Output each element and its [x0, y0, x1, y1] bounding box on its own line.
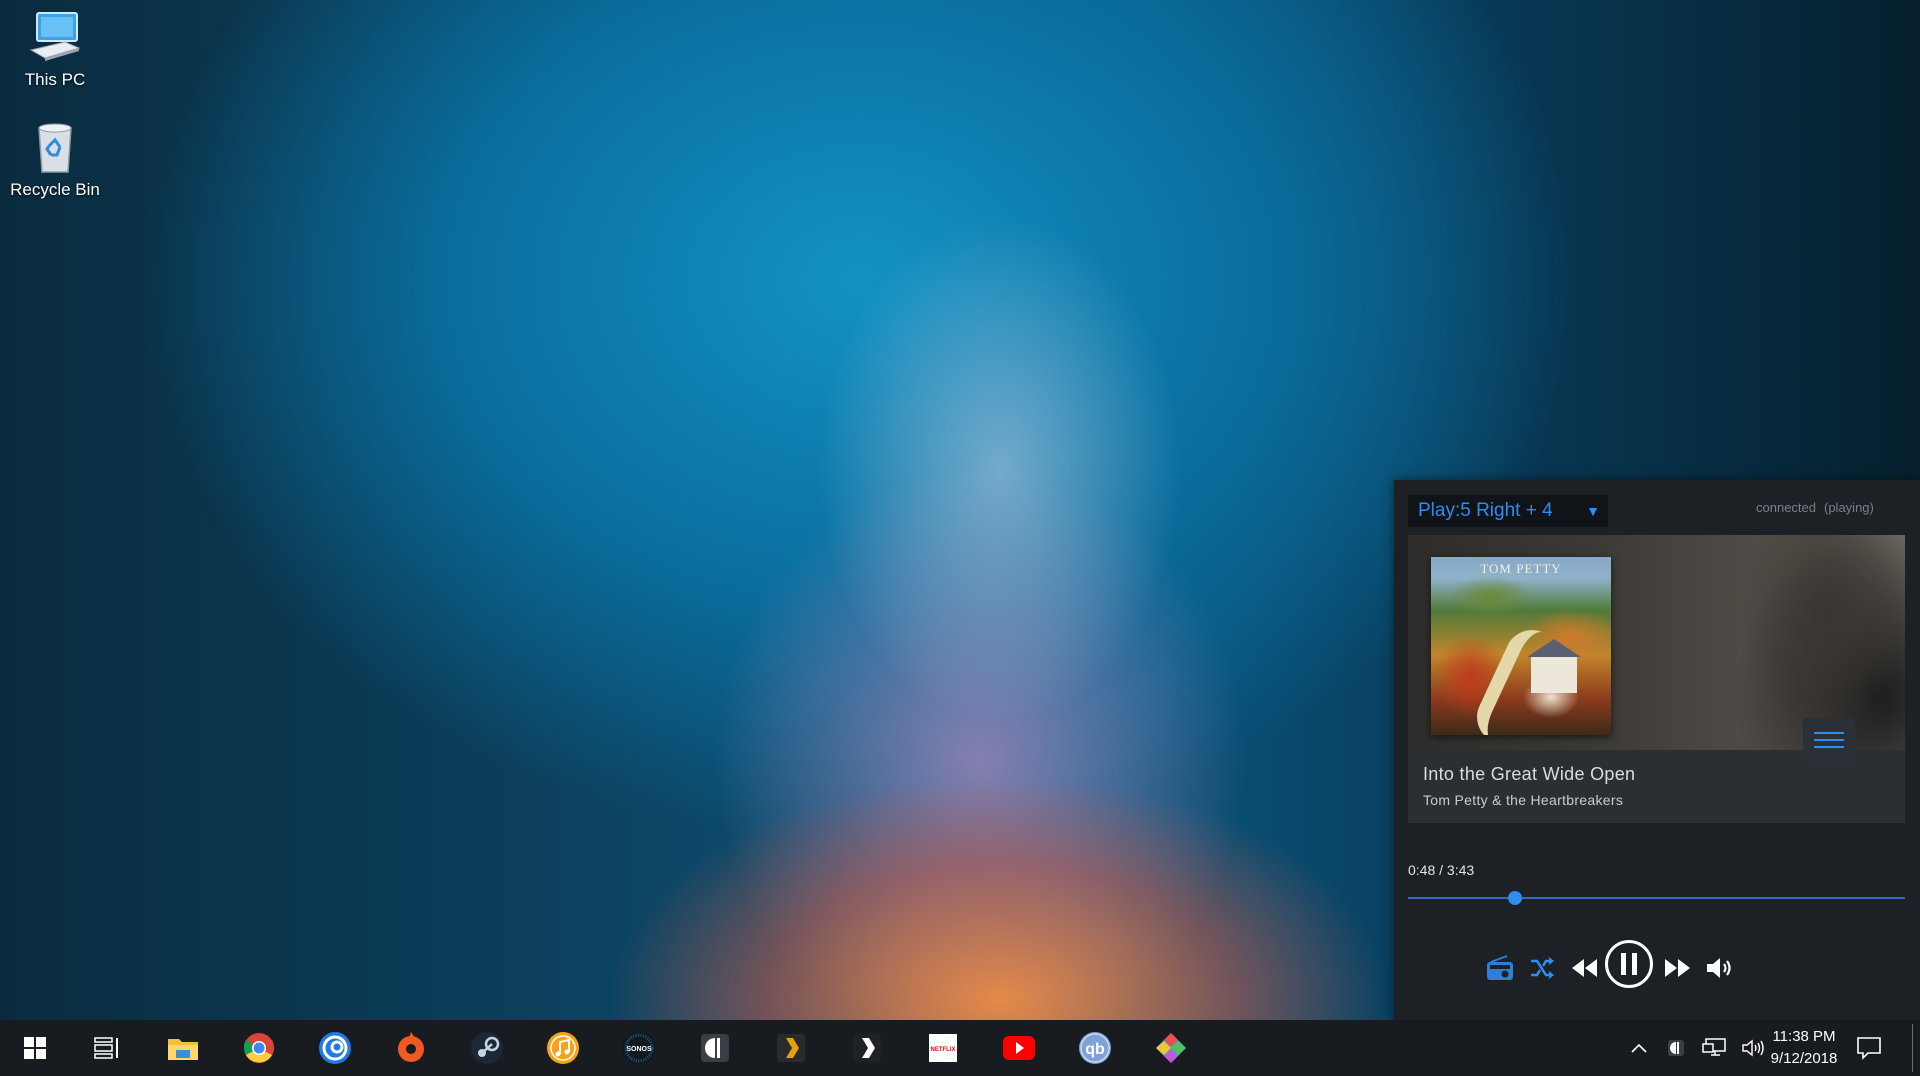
rewind-icon: [1572, 959, 1597, 977]
caret-down-icon: ▼: [1586, 503, 1600, 519]
uplay-icon[interactable]: [316, 1029, 354, 1067]
radio-icon: [1487, 955, 1513, 980]
origin-icon[interactable]: [392, 1029, 430, 1067]
track-artist: Tom Petty & the Heartbreakers: [1423, 792, 1624, 808]
this-pc-icon: [27, 10, 83, 66]
sonos-label: SONOS: [626, 1046, 652, 1053]
clock-date: 9/12/2018: [1770, 1050, 1838, 1067]
file-explorer-icon[interactable]: [164, 1029, 202, 1067]
desktop-icon-label: This PC: [24, 70, 86, 89]
track-title: Into the Great Wide Open: [1423, 764, 1636, 784]
fast-forward-button[interactable]: [1658, 948, 1698, 988]
progress-track: [1408, 897, 1905, 899]
system-clock[interactable]: 11:38 PM 9/12/2018: [1754, 1026, 1854, 1070]
chrome-icon[interactable]: [240, 1029, 278, 1067]
zone-dropdown[interactable]: Play:5 Right + 4 ▼: [1408, 495, 1608, 527]
qb-label: qb: [1085, 1041, 1105, 1058]
task-view-icon[interactable]: [88, 1029, 126, 1067]
audio-tray-icon[interactable]: [1662, 1029, 1690, 1067]
rewind-button[interactable]: [1564, 948, 1604, 988]
netflix-label: NETFLIX: [931, 1047, 956, 1053]
desktop-icon-recycle-bin[interactable]: Recycle Bin: [5, 120, 105, 200]
total-duration: 3:43: [1446, 862, 1475, 878]
music-player-widget: Play:5 Right + 4 ▼ connected (playing) T…: [1394, 480, 1920, 1020]
menu-button[interactable]: [1803, 718, 1855, 762]
shuffle-button[interactable]: [1522, 948, 1562, 988]
volume-button[interactable]: [1700, 948, 1740, 988]
playback-time: 0:48 / 3:43: [1408, 862, 1474, 878]
desktop-icon-label: Recycle Bin: [10, 180, 100, 199]
radio-button[interactable]: [1480, 948, 1520, 988]
chevron-up-icon[interactable]: [1625, 1029, 1653, 1067]
connection-status: connected: [1756, 500, 1816, 515]
itunes-icon[interactable]: [544, 1029, 582, 1067]
plex-icon[interactable]: [772, 1029, 810, 1067]
clock-time: 11:38 PM: [1772, 1028, 1836, 1045]
sonos-icon[interactable]: SONOS: [620, 1029, 658, 1067]
album-art-house: [1527, 639, 1581, 693]
shuffle-icon: [1531, 957, 1554, 979]
progress-slider[interactable]: [1408, 888, 1905, 908]
show-desktop-button[interactable]: [1912, 1024, 1913, 1072]
taskbar: SONOS NETFLIX qb 11:38 PM 9/12/2018: [0, 1020, 1920, 1076]
pause-icon: [1621, 953, 1637, 975]
desktop-icon-this-pc[interactable]: This PC: [5, 10, 105, 90]
pause-button[interactable]: [1605, 940, 1653, 988]
audio-app-icon[interactable]: [696, 1029, 734, 1067]
album-art: TOM PETTY: [1431, 557, 1611, 735]
recycle-bin-icon: [27, 120, 83, 176]
zone-dropdown-value: Play:5 Right + 4: [1418, 500, 1553, 521]
qbittorrent-icon[interactable]: qb: [1076, 1029, 1114, 1067]
windows-start-icon[interactable]: [16, 1029, 54, 1067]
volume-icon: [1707, 958, 1731, 978]
kodi-icon[interactable]: [1152, 1029, 1190, 1067]
fast-forward-icon: [1665, 959, 1690, 977]
progress-knob[interactable]: [1507, 891, 1522, 905]
menu-icon: [1814, 732, 1844, 734]
time-separator: /: [1439, 862, 1444, 878]
album-art-text: TOM PETTY: [1480, 561, 1562, 576]
playback-controls: [1480, 933, 1890, 993]
steam-icon[interactable]: [468, 1029, 506, 1067]
plex-media-player-icon[interactable]: [848, 1029, 886, 1067]
playback-status: (playing): [1824, 500, 1874, 515]
netflix-icon[interactable]: NETFLIX: [924, 1029, 962, 1067]
youtube-icon[interactable]: [1000, 1029, 1038, 1067]
elapsed-time: 0:48: [1408, 862, 1436, 878]
notifications-icon[interactable]: [1850, 1029, 1888, 1067]
network-icon[interactable]: [1698, 1029, 1730, 1067]
